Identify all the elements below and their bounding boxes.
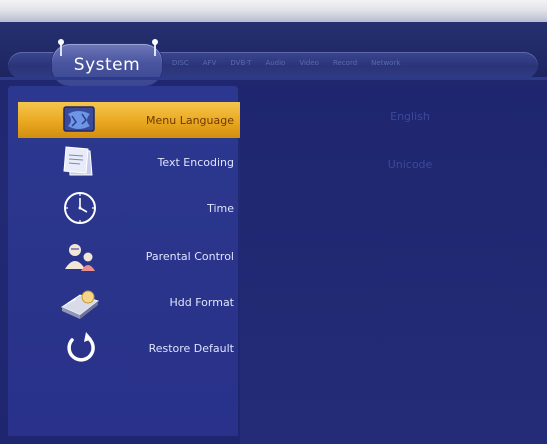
sidebar-item-label: Restore Default [148, 341, 234, 355]
sidebar: Menu Language Text Encoding Time Parenta… [8, 86, 240, 436]
tab-pin-right [152, 39, 158, 56]
sidebar-item-label: Menu Language [146, 113, 234, 127]
text-encoding-value[interactable]: Unicode [310, 158, 510, 171]
sidebar-item-label: Text Encoding [157, 155, 234, 169]
tab-pin-left [58, 39, 64, 56]
hdd-format-icon [58, 285, 102, 319]
header-bar: System DISC AFV DVB-T Audio Video Record… [0, 22, 547, 86]
tab-video[interactable]: Video [299, 59, 319, 75]
screen: System DISC AFV DVB-T Audio Video Record… [0, 0, 547, 444]
tab-list: DISC AFV DVB-T Audio Video Record Networ… [172, 59, 400, 75]
tab-system[interactable]: System [52, 39, 162, 86]
tab-audio[interactable]: Audio [265, 59, 285, 75]
globe-monitor-icon [58, 103, 102, 137]
sidebar-item-label: Time [207, 201, 234, 215]
tab-system-label: System [73, 55, 141, 75]
tab-afv[interactable]: AFV [203, 59, 217, 75]
sidebar-item-label: Hdd Format [169, 295, 235, 309]
parent-child-icon [58, 239, 102, 273]
document-pages-icon [58, 145, 102, 179]
clock-icon [58, 191, 102, 225]
tab-record[interactable]: Record [333, 59, 357, 75]
sidebar-item-menu-language[interactable]: Menu Language [18, 102, 240, 138]
sidebar-item-text-encoding[interactable]: Text Encoding [18, 142, 240, 182]
tab-network[interactable]: Network [371, 59, 400, 75]
sidebar-item-label: Parental Control [145, 249, 234, 263]
sidebar-item-time[interactable]: Time [18, 188, 240, 228]
sidebar-item-parental-control[interactable]: Parental Control [18, 236, 240, 276]
menu-language-value[interactable]: English [310, 110, 510, 123]
top-strip [0, 0, 547, 22]
tab-disc[interactable]: DISC [172, 59, 189, 75]
sidebar-item-restore-default[interactable]: Restore Default [18, 328, 240, 368]
sidebar-item-hdd-format[interactable]: Hdd Format [18, 282, 240, 322]
content-pane [240, 86, 547, 444]
tab-dvbt[interactable]: DVB-T [230, 59, 251, 75]
restore-arrow-icon [58, 331, 102, 365]
